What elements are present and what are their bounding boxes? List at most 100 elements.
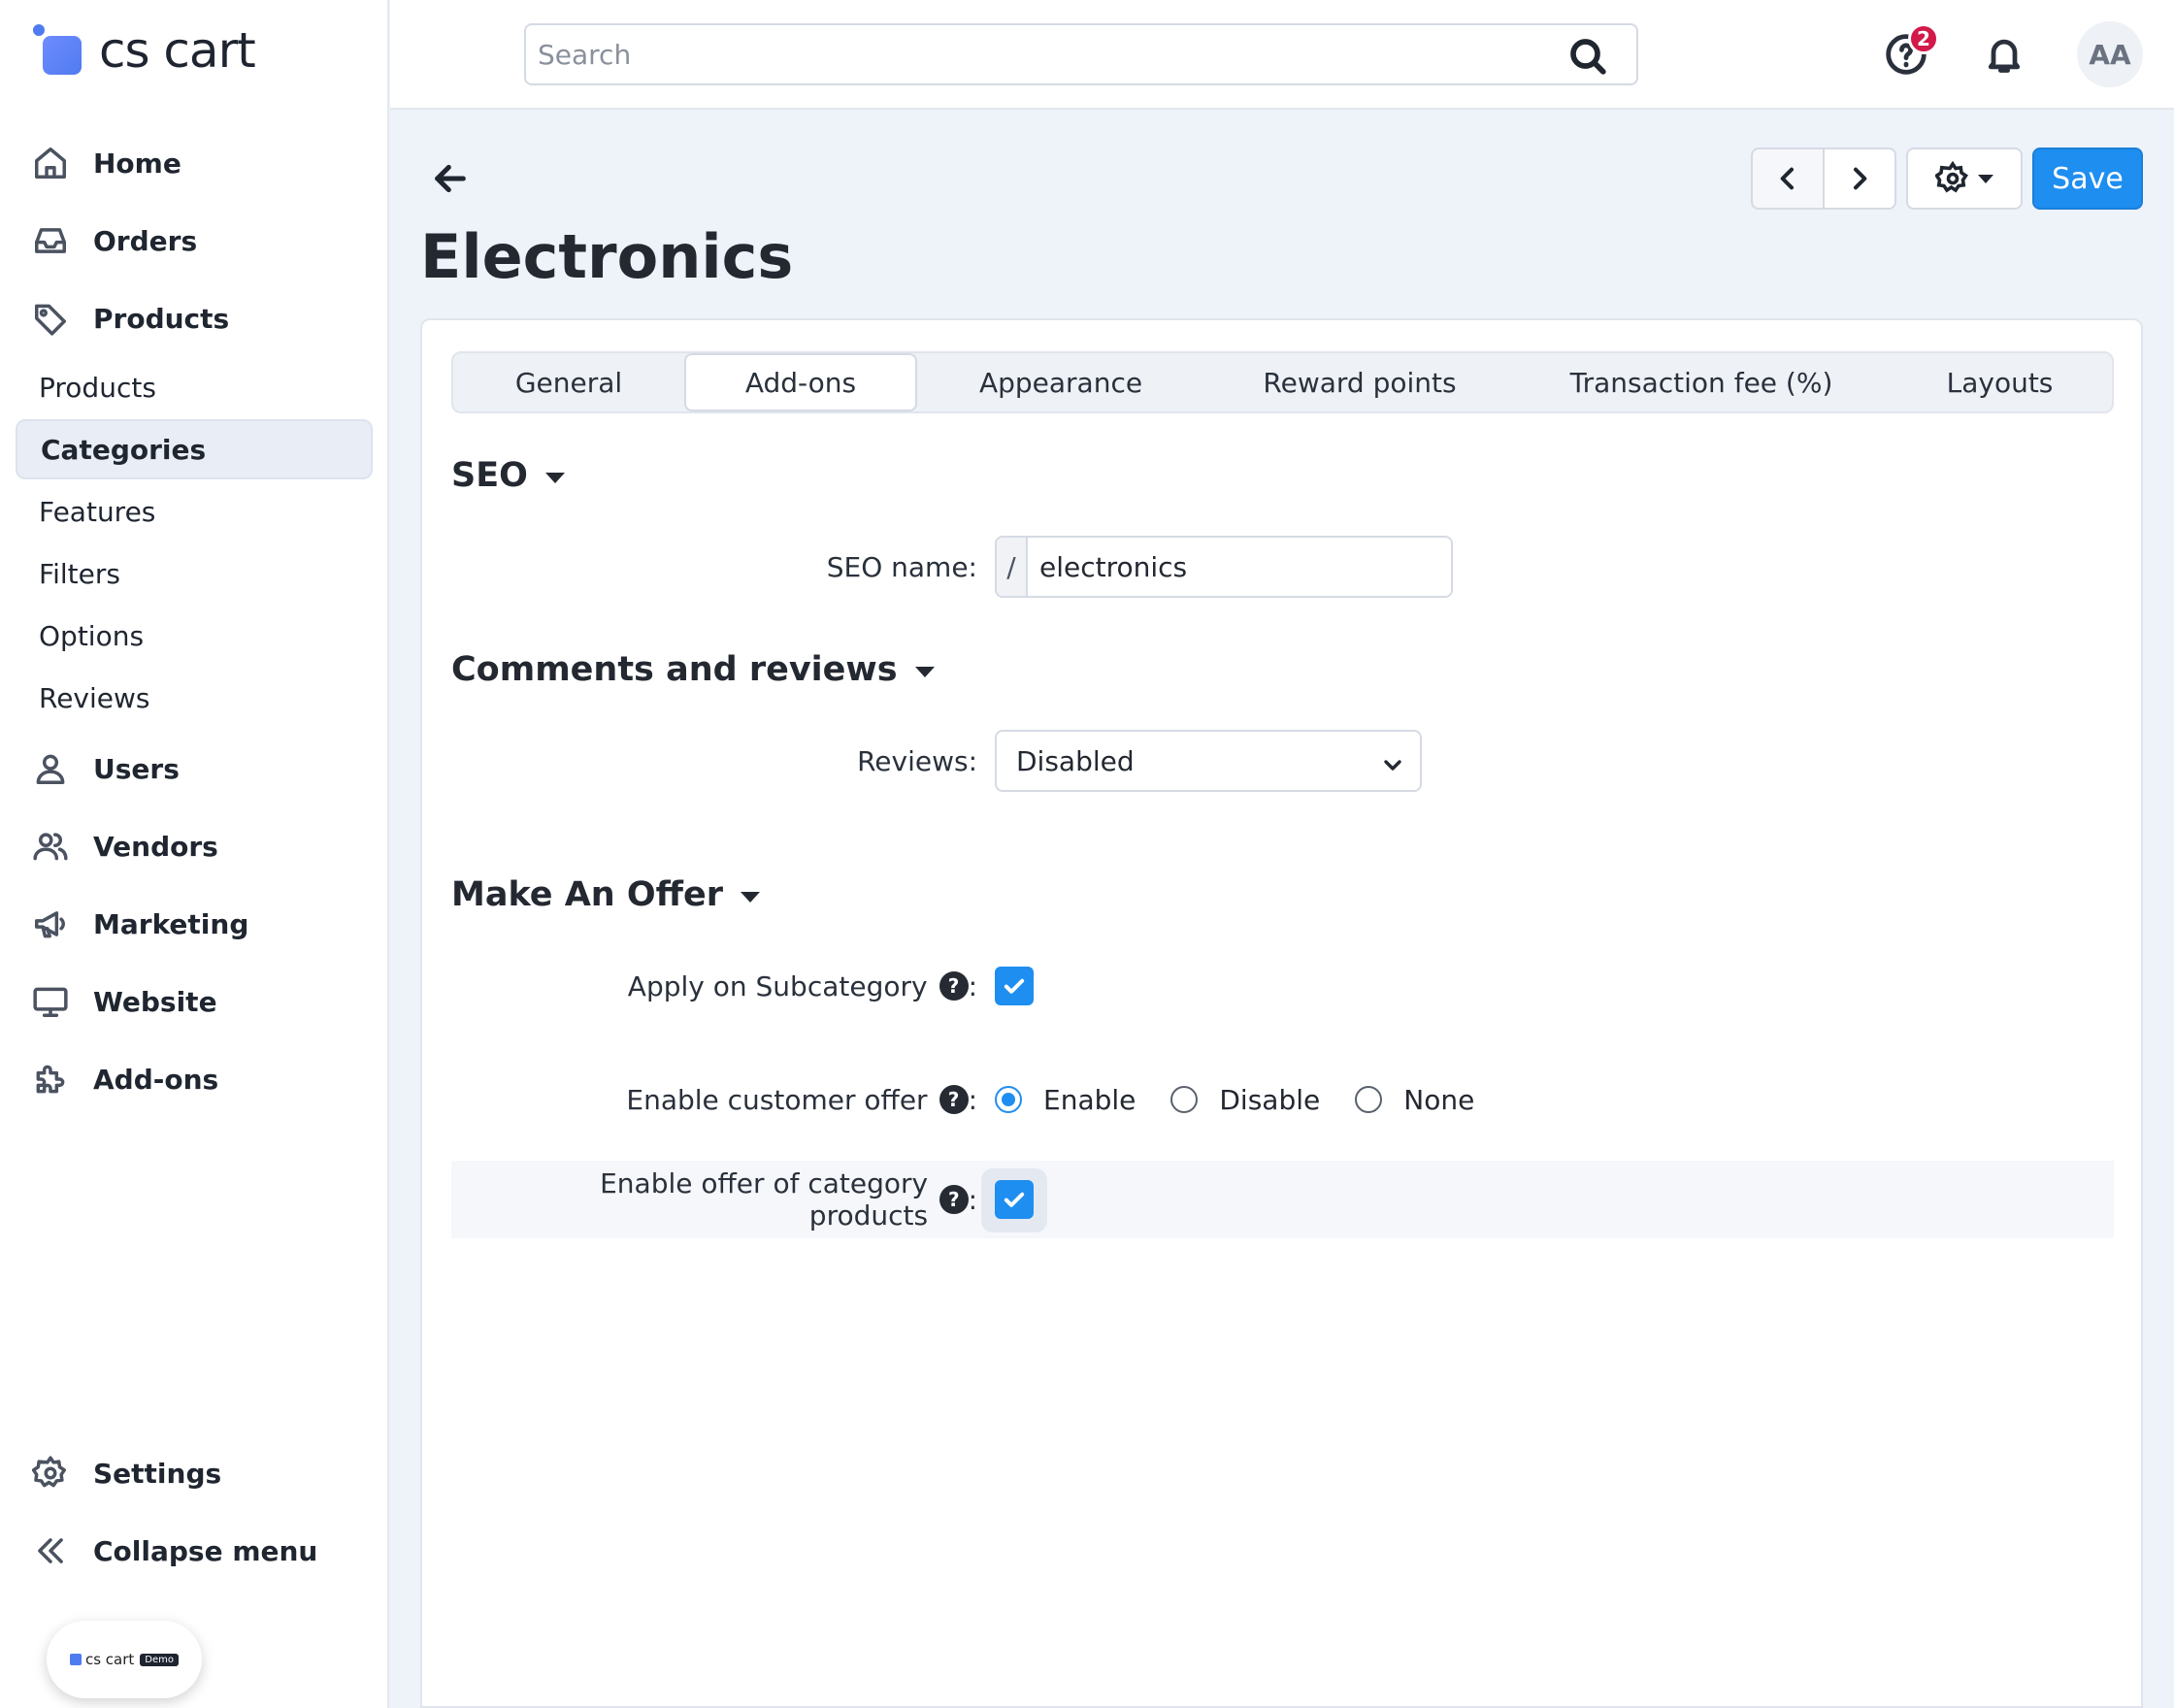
settings-dropdown-button[interactable] [1906,148,2023,210]
field-label-text: Enable customer offer [626,1083,928,1116]
sidebar-item-label: Collapse menu [93,1534,318,1567]
sidebar-subitem-label: Products [39,371,156,404]
sidebar: cs cart Home Orders Products Products Ca… [0,0,389,1708]
sidebar-item-vendors[interactable]: Vendors [31,817,218,875]
caret-down-icon [914,666,935,677]
apply-subcategory-checkbox[interactable] [995,967,1034,1005]
content-card: General Add-ons Appearance Reward points… [420,318,2143,1708]
tab-add-ons[interactable]: Add-ons [684,353,917,411]
sidebar-subitem-label: Features [39,495,156,528]
section-make-offer-toggle[interactable]: Make An Offer [451,875,760,914]
arrow-left-icon [435,164,466,193]
seo-name-input[interactable] [1028,538,1451,596]
apply-subcategory-label: Apply on Subcategory ? : [480,963,977,1009]
sidebar-item-users[interactable]: Users [31,739,180,798]
user-avatar[interactable]: AA [2077,21,2143,87]
tab-label: Transaction fee (%) [1569,366,1833,399]
field-label-text: Apply on Subcategory [627,969,928,1002]
checkmark-icon [1004,978,1025,994]
sidebar-subitem-filters[interactable]: Filters [16,543,373,604]
sidebar-item-label: Products [93,302,230,335]
label-colon: : [968,969,977,1002]
help-tooltip-icon[interactable]: ? [939,1185,969,1214]
logo[interactable]: cs cart [33,21,256,80]
sidebar-subitem-reviews[interactable]: Reviews [16,668,373,728]
radio-button[interactable] [1355,1086,1383,1113]
sidebar-subitem-features[interactable]: Features [16,481,373,542]
sidebar-item-products[interactable]: Products [31,289,229,347]
sidebar-item-website[interactable]: Website [31,972,217,1031]
sidebar-subitem-label: Reviews [39,681,150,714]
radio-button[interactable] [1170,1086,1199,1113]
sidebar-subitem-categories[interactable]: Categories [16,419,373,479]
radio-option-none[interactable]: None [1355,1084,1474,1116]
tab-transaction-fee[interactable]: Transaction fee (%) [1515,353,1888,411]
monitor-icon [31,982,70,1021]
tab-reward-points[interactable]: Reward points [1204,353,1515,411]
caret-down-icon [741,891,760,903]
top-bar: 2 AA [390,0,2174,110]
radio-option-disable[interactable]: Disable [1170,1084,1320,1116]
sidebar-subitem-options[interactable]: Options [16,606,373,666]
sidebar-item-label: Home [93,147,181,180]
sidebar-item-home[interactable]: Home [31,134,181,192]
logo-mark-icon [33,24,85,77]
tab-appearance[interactable]: Appearance [917,353,1204,411]
help-tooltip-icon[interactable]: ? [939,1085,969,1114]
sidebar-item-marketing[interactable]: Marketing [31,895,248,953]
radio-label: Enable [1043,1083,1136,1116]
sidebar-subitem-label: Categories [41,433,207,466]
category-products-checkbox[interactable] [995,1180,1034,1219]
tag-icon [31,299,70,338]
tab-label: General [514,366,623,399]
sidebar-item-orders[interactable]: Orders [31,212,197,270]
notifications-button[interactable] [1983,33,2026,76]
logo-text: cs cart [99,22,256,79]
previous-button[interactable] [1753,149,1823,208]
reviews-select[interactable]: Disabled [995,730,1422,792]
seo-name-label: SEO name: [826,550,977,583]
sidebar-item-label: Vendors [93,830,218,863]
chevron-right-icon [1854,167,1867,190]
category-products-label: Enable offer of category products ? : [480,1167,977,1232]
mini-logo-icon [69,1654,82,1665]
tab-label: Appearance [978,366,1143,399]
next-button[interactable] [1823,149,1894,208]
sidebar-item-label: Marketing [93,907,249,940]
label-colon: : [968,1083,977,1116]
sidebar-item-label: Settings [93,1457,222,1490]
double-chevron-left-icon [31,1531,70,1570]
customer-offer-radio-group: Enable Disable None [995,1075,1509,1124]
section-seo-toggle[interactable]: SEO [451,456,565,495]
sidebar-item-settings[interactable]: Settings [31,1444,221,1502]
radio-button[interactable] [995,1086,1022,1113]
label-colon: : [968,1183,977,1216]
save-button[interactable]: Save [2032,148,2143,210]
section-title: SEO [451,456,528,495]
section-comments-toggle[interactable]: Comments and reviews [451,650,935,689]
sidebar-subitem-products[interactable]: Products [16,357,373,417]
sidebar-subitem-label: Filters [39,557,120,590]
sidebar-item-label: Website [93,985,217,1018]
search-icon[interactable] [1568,37,1607,76]
collapse-menu-button[interactable]: Collapse menu [31,1522,317,1580]
help-notification-badge: 2 [1908,23,1939,54]
megaphone-icon [31,904,70,943]
seo-prefix: / [997,538,1028,596]
demo-pill: Demo [140,1653,180,1666]
tab-general[interactable]: General [453,353,684,411]
help-tooltip-icon[interactable]: ? [939,971,969,1001]
tab-label: Reward points [1263,366,1457,399]
radio-label: Disable [1219,1083,1321,1116]
sidebar-item-add-ons[interactable]: Add-ons [31,1050,218,1108]
users-icon [31,827,70,866]
page-title: Electronics [420,221,794,292]
reviews-label: Reviews: [857,744,977,777]
radio-option-enable[interactable]: Enable [995,1084,1136,1116]
tab-layouts[interactable]: Layouts [1888,353,2112,411]
search-input[interactable] [538,33,1566,76]
reviews-select-value: Disabled [1016,744,1135,777]
checkmark-icon [1004,1192,1025,1207]
demo-badge[interactable]: cs cart Demo [47,1621,202,1698]
back-button[interactable] [431,159,470,198]
